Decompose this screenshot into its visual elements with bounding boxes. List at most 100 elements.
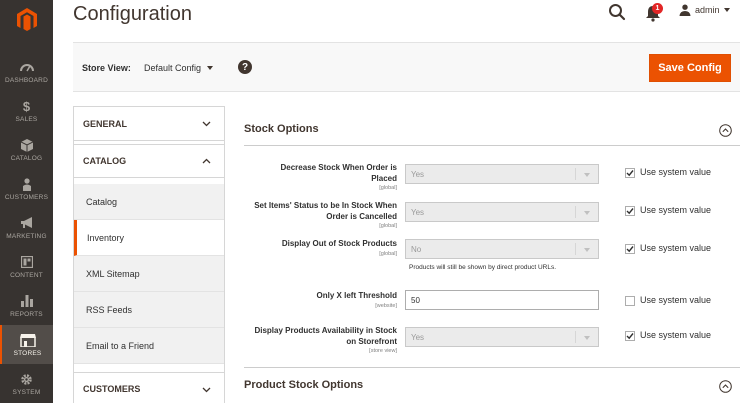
decrease-stock-select[interactable]: Yes: [405, 164, 599, 184]
magento-logo-icon: [16, 8, 37, 31]
nav-customers[interactable]: CUSTOMERS: [0, 169, 53, 208]
nav-content-label: CONTENT: [10, 271, 43, 279]
only-x-left-threshold-input[interactable]: [405, 290, 599, 310]
megaphone-icon: [20, 216, 34, 231]
field-label-text: Only X left Threshold: [316, 291, 397, 300]
checkmark-icon: [626, 170, 634, 177]
tab-catalog-label: CATALOG: [83, 156, 127, 166]
field-label-text: Decrease Stock When Order is Placed: [280, 163, 398, 183]
tab-customers-label: CUSTOMERS: [83, 384, 141, 394]
tab-item-label: XML Sitemap: [86, 268, 140, 279]
product-stock-options-title[interactable]: Product Stock Options: [244, 379, 363, 391]
use-system-label[interactable]: Use system value: [640, 295, 711, 305]
use-system-label[interactable]: Use system value: [640, 167, 711, 177]
field-label-decrease-stock: Decrease Stock When Order is Placed [glo…: [257, 163, 398, 192]
tab-item-label: RSS Feeds: [86, 304, 133, 315]
field-label-text: Set Items' Status to be In Stock When Or…: [254, 201, 397, 221]
nav-dashboard[interactable]: DASHBOARD: [0, 52, 53, 91]
field-label-set-items-status: Set Items' Status to be In Stock When Or…: [247, 201, 397, 230]
use-system-label[interactable]: Use system value: [640, 243, 711, 253]
nav-system-label: SYSTEM: [12, 388, 41, 396]
checkmark-icon: [626, 246, 634, 253]
tab-item-catalog[interactable]: Catalog: [74, 184, 224, 220]
use-system-checkbox-display-out-of-stock[interactable]: [625, 244, 635, 254]
nav-sales[interactable]: $ SALES: [0, 91, 53, 130]
help-icon[interactable]: ?: [238, 60, 252, 74]
use-system-label[interactable]: Use system value: [640, 205, 711, 215]
field-label-display-out-of-stock: Display Out of Stock Products [global]: [247, 239, 397, 258]
search-icon[interactable]: [608, 3, 626, 21]
select-separator: [575, 206, 576, 218]
field-scope: [website]: [375, 302, 397, 309]
save-config-button[interactable]: Save Config: [649, 54, 731, 82]
tab-item-email-to-a-friend[interactable]: Email to a Friend: [74, 328, 224, 364]
select-value: No: [411, 244, 422, 254]
field-scope: [global]: [379, 223, 397, 229]
select-separator: [575, 331, 576, 343]
tab-general-label: GENERAL: [83, 118, 128, 129]
nav-stores-label: STORES: [13, 349, 42, 357]
content-icon: [20, 255, 33, 270]
gear-icon: [20, 372, 33, 387]
nav-marketing-label: MARKETING: [6, 232, 47, 240]
use-system-label[interactable]: Use system value: [640, 330, 711, 340]
nav-catalog-label: CATALOG: [10, 154, 43, 162]
field-note: Products will still be shown by direct p…: [409, 264, 557, 271]
tab-item-xml-sitemap[interactable]: XML Sitemap: [74, 256, 224, 292]
store-view-label: Store View:: [82, 63, 131, 73]
nav-dashboard-label: DASHBOARD: [5, 76, 48, 84]
user-menu[interactable]: admin: [679, 4, 730, 16]
nav-catalog[interactable]: CATALOG: [0, 130, 53, 169]
set-items-status-select[interactable]: Yes: [405, 202, 599, 222]
nav-customers-label: CUSTOMERS: [4, 193, 49, 201]
checkmark-icon: [626, 208, 634, 215]
collapse-icon[interactable]: [719, 380, 732, 393]
stock-options-title[interactable]: Stock Options: [244, 123, 319, 135]
nav-sales-label: SALES: [15, 115, 38, 123]
nav-stores[interactable]: STORES: [0, 325, 53, 364]
use-system-checkbox-set-items-status[interactable]: [625, 206, 635, 216]
field-scope: [store view]: [369, 348, 397, 354]
select-separator: [575, 168, 576, 180]
dollar-icon: $: [22, 98, 31, 114]
nav-system[interactable]: SYSTEM: [0, 364, 53, 403]
section-divider: [244, 367, 740, 368]
use-system-checkbox-display-availability[interactable]: [625, 331, 635, 341]
field-scope: [global]: [379, 185, 397, 191]
nav-reports[interactable]: REPORTS: [0, 286, 53, 325]
use-system-checkbox-only-x-left[interactable]: [625, 296, 635, 306]
field-label-display-availability: Display Products Availability in Stock o…: [247, 326, 397, 355]
use-system-checkbox-decrease-stock[interactable]: [625, 168, 635, 178]
tab-item-rss-feeds[interactable]: RSS Feeds: [74, 292, 224, 328]
nav-marketing[interactable]: MARKETING: [0, 208, 53, 247]
display-availability-select[interactable]: Yes: [405, 327, 599, 347]
store-switcher-bar: Store View: Default Config ? Save Config: [73, 42, 740, 92]
magento-logo[interactable]: [0, 0, 53, 40]
page-title: Configuration: [73, 3, 192, 25]
field-label-text: Display Out of Stock Products: [281, 239, 397, 248]
checkmark-icon: [626, 333, 634, 340]
tab-catalog[interactable]: CATALOG: [74, 144, 224, 178]
chevron-down-icon: [584, 248, 590, 252]
tab-item-inventory[interactable]: Inventory: [74, 220, 224, 256]
cube-icon: [20, 138, 33, 153]
chevron-down-icon: [723, 8, 730, 12]
store-view-value: Default Config: [144, 63, 202, 73]
config-tabs: GENERAL CATALOG Catalog Inventory XML Si…: [73, 106, 225, 403]
field-label-text: Display Products Availability in Stock o…: [254, 326, 397, 346]
display-out-of-stock-select[interactable]: No: [405, 239, 599, 259]
user-icon: [679, 4, 691, 16]
nav-content[interactable]: CONTENT: [0, 247, 53, 286]
tab-item-label: Catalog: [86, 196, 118, 207]
field-scope: [global]: [379, 250, 397, 257]
chevron-down-icon: [202, 387, 211, 393]
notification-badge[interactable]: 1: [652, 3, 663, 14]
chevron-down-icon: [584, 211, 590, 215]
tab-general[interactable]: GENERAL: [74, 107, 224, 141]
select-value: Yes: [411, 169, 425, 179]
collapse-icon[interactable]: [719, 124, 732, 137]
store-view-switcher[interactable]: Default Config: [144, 63, 214, 73]
chevron-up-icon: [202, 158, 211, 164]
tab-customers[interactable]: CUSTOMERS: [74, 372, 224, 403]
chevron-down-icon: [584, 173, 590, 177]
